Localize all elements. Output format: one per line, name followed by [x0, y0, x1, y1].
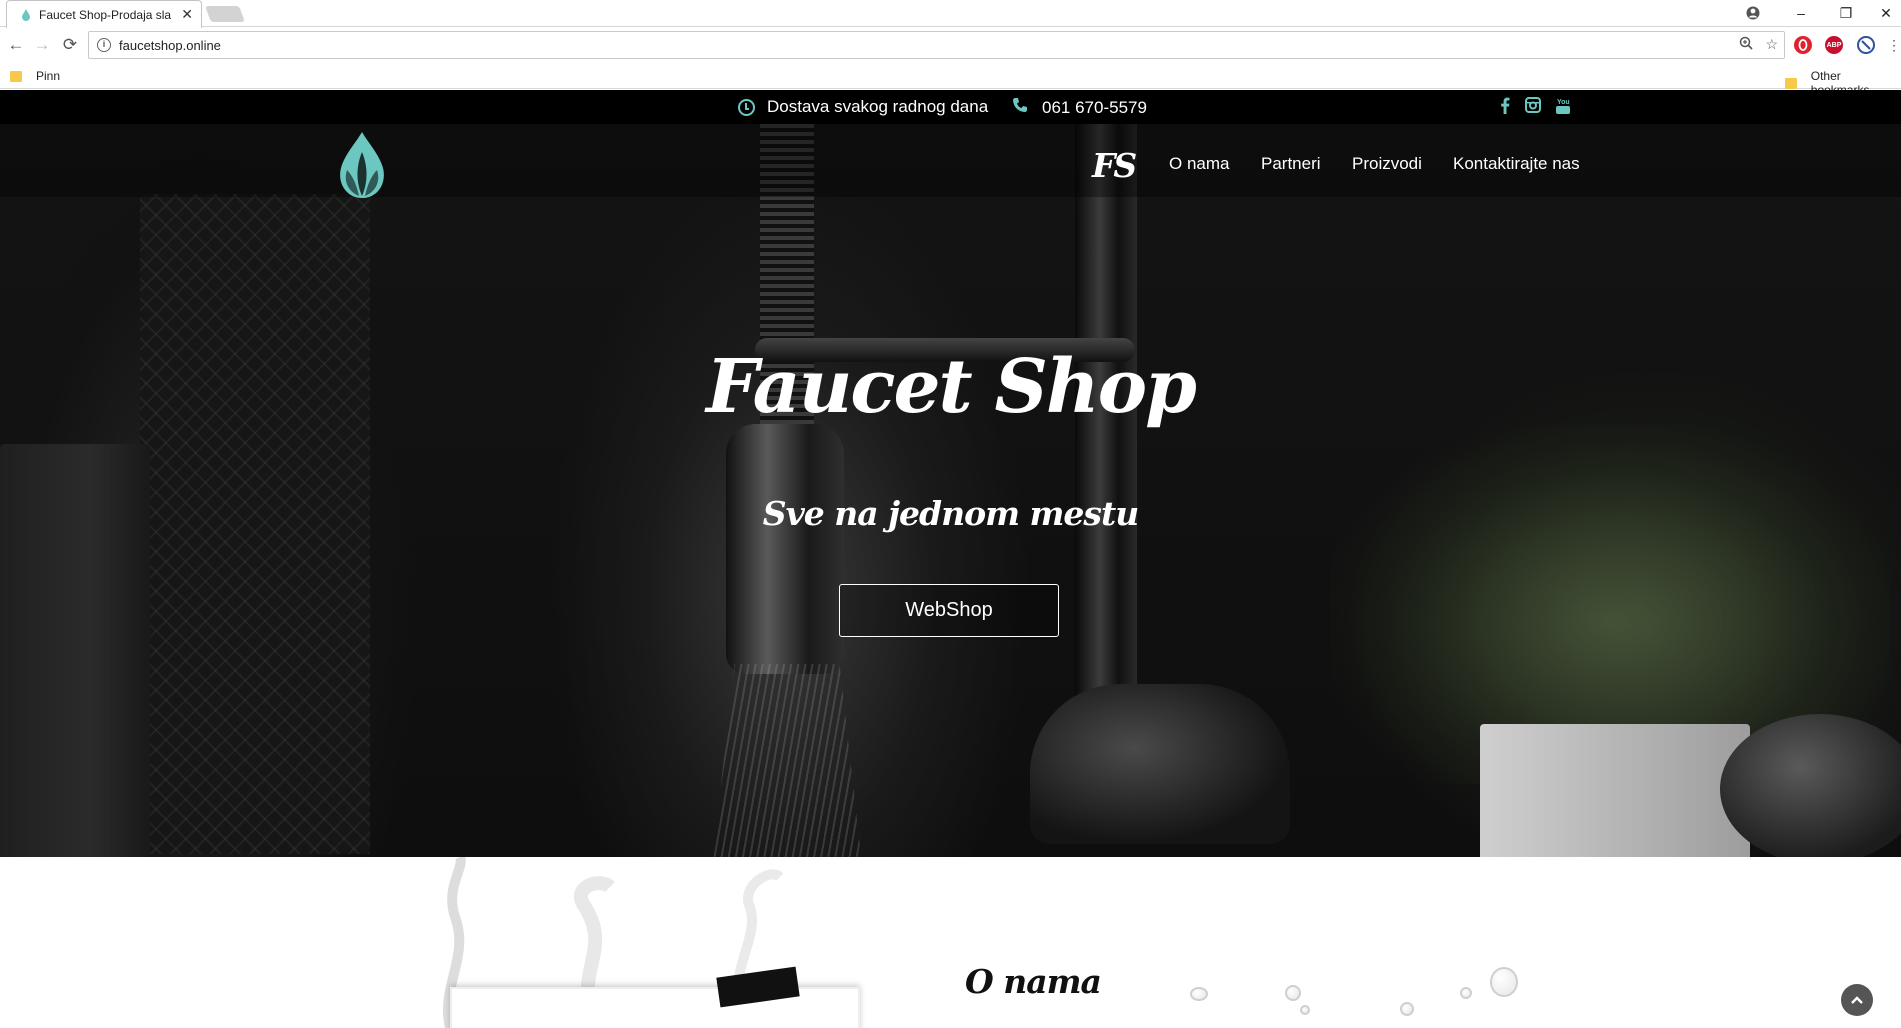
tab-title: Faucet Shop-Prodaja sla	[39, 7, 172, 22]
decor-water-drop	[1400, 1002, 1414, 1016]
back-arrow-icon[interactable]: ←	[6, 35, 26, 55]
bookmark-star-icon[interactable]: ☆	[1765, 36, 1778, 53]
reload-icon[interactable]: ⟳	[60, 35, 80, 55]
folder-icon	[10, 70, 22, 82]
nav-link-proizvodi[interactable]: Proizvodi	[1352, 154, 1422, 174]
address-bar[interactable]: i faucetshop.online ☆	[88, 31, 1785, 59]
browser-tab[interactable]: Faucet Shop-Prodaja sla ✕	[6, 0, 202, 28]
bookmarks-bar: Pinn Other bookmarks	[0, 64, 1901, 97]
zoom-icon[interactable]	[1739, 36, 1754, 53]
tab-close-icon[interactable]: ✕	[181, 6, 193, 23]
delivery-info: Dostava svakog radnog dana	[738, 97, 988, 117]
decor-water-drop	[1190, 987, 1208, 1001]
decor-pot	[1480, 724, 1750, 857]
hero-subtitle: Sve na jednom mestu	[762, 494, 1140, 533]
decor-water-drop	[1490, 967, 1518, 997]
nav-brand-mark[interactable]: FS	[1092, 146, 1137, 185]
folder-icon	[1785, 77, 1797, 89]
nav-link-partneri[interactable]: Partneri	[1261, 154, 1321, 174]
opera-icon[interactable]	[1794, 36, 1812, 54]
blocker-icon[interactable]	[1857, 36, 1875, 54]
bookmark-label: Pinn	[36, 69, 61, 83]
web-page: Dostava svakog radnog dana 061 670-5579 …	[0, 90, 1901, 1028]
browser-tabstrip: Faucet Shop-Prodaja sla ✕ – ❐ ✕	[0, 0, 1901, 28]
url-text[interactable]: faucetshop.online	[119, 38, 221, 53]
scroll-to-top-button[interactable]	[1841, 984, 1873, 1016]
youtube-icon[interactable]: You	[1555, 97, 1571, 120]
bookmark-pinn[interactable]: Pinn	[10, 69, 60, 83]
minimize-button[interactable]: –	[1781, 0, 1821, 26]
svg-text:You: You	[1557, 99, 1570, 106]
about-heading: O nama	[965, 962, 1102, 1001]
restore-button[interactable]: ❐	[1826, 0, 1866, 26]
profile-icon[interactable]	[1733, 0, 1773, 26]
clock-icon	[738, 98, 755, 116]
instagram-icon[interactable]	[1525, 97, 1541, 118]
phone-number: 061 670-5579	[1042, 97, 1147, 117]
decor-water-drop	[1285, 985, 1301, 1001]
decor-water-stream	[712, 664, 862, 857]
decor-faucet-head	[726, 424, 844, 674]
phone-icon	[1012, 97, 1028, 118]
decor-water-drop	[1300, 1005, 1310, 1015]
decor-faucet-pipe	[1075, 124, 1137, 744]
info-icon[interactable]: i	[97, 38, 111, 52]
phone-info[interactable]: 061 670-5579	[1012, 97, 1147, 118]
decor-water-drop	[1460, 987, 1472, 999]
site-header	[0, 124, 1901, 197]
menu-dots-icon[interactable]: ⋮	[1887, 35, 1901, 55]
new-tab-button[interactable]	[205, 6, 245, 22]
decor-faucet-base	[1030, 684, 1290, 844]
close-window-button[interactable]: ✕	[1871, 0, 1901, 26]
about-section: O nama	[0, 857, 1901, 1028]
lotus-drop-logo-icon[interactable]	[333, 132, 391, 202]
hero-section: FS O nama Partneri Proizvodi Kontaktiraj…	[0, 124, 1901, 857]
nav-link-o-nama[interactable]: O nama	[1169, 154, 1229, 174]
adblock-plus-icon[interactable]: ABP	[1825, 36, 1843, 54]
webshop-button[interactable]: WebShop	[839, 584, 1059, 637]
browser-toolbar: ← → ⟳ i faucetshop.online ☆ ABP ⋮	[0, 27, 1901, 64]
hero-title: Faucet Shop	[706, 344, 1197, 430]
drop-favicon-icon	[21, 8, 31, 21]
facebook-icon[interactable]	[1500, 97, 1510, 119]
delivery-text: Dostava svakog radnog dana	[767, 97, 989, 116]
top-info-bar: Dostava svakog radnog dana 061 670-5579 …	[0, 90, 1901, 124]
chevron-up-icon	[1851, 996, 1863, 1004]
nav-link-kontakt[interactable]: Kontaktirajte nas	[1453, 154, 1580, 174]
forward-arrow-icon[interactable]: →	[32, 35, 52, 55]
